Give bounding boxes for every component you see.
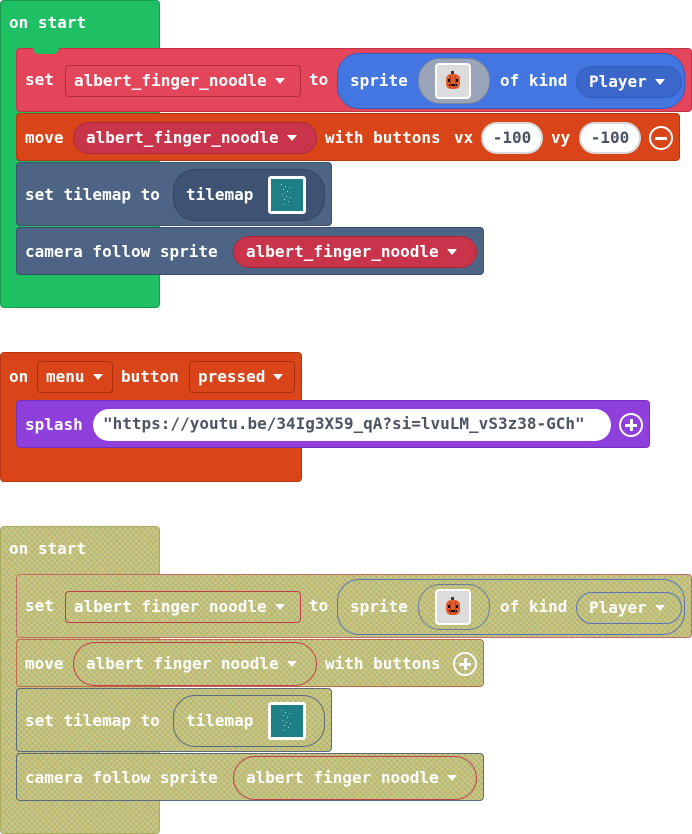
tilemap-thumbnail-icon[interactable] <box>268 702 306 740</box>
variable-dropdown[interactable]: albert_finger_noodle <box>65 65 301 97</box>
camera-follow-statement[interactable]: camera follow sprite albert_finger_noodl… <box>16 227 484 275</box>
tilemap-reporter[interactable]: tilemap <box>173 695 325 747</box>
set-keyword: set <box>25 596 54 615</box>
chevron-down-icon <box>286 134 297 141</box>
sprite-image-field[interactable] <box>418 584 490 630</box>
sprite-of-kind-reporter[interactable]: sprite of kind Player <box>337 53 685 109</box>
camera-follow-keyword: camera follow sprite <box>25 242 218 261</box>
chevron-down-icon <box>92 373 103 380</box>
move-keyword: move <box>25 654 64 673</box>
event-dropdown[interactable]: pressed <box>189 361 295 393</box>
remove-argument-icon[interactable] <box>649 126 673 150</box>
chevron-down-icon <box>286 660 297 667</box>
pumpkin-sprite-icon <box>435 63 471 99</box>
variable-dropdown[interactable]: albert finger noodle <box>65 591 301 623</box>
of-kind-keyword: of kind <box>500 71 568 90</box>
tilemap-reporter[interactable]: tilemap <box>173 169 325 221</box>
variable-name-wrap: albert finger noodle <box>246 768 457 788</box>
variable-name-wrap: albert finger noodle <box>86 654 297 674</box>
set-tilemap-keyword: set tilemap to <box>25 711 160 730</box>
splash-text: "https://youtu.be/34Ig3X59_qA?si=lvuLM_v… <box>103 414 585 433</box>
sprite-keyword: sprite <box>350 597 408 616</box>
splash-keyword: splash <box>25 415 83 434</box>
sprite-of-kind-reporter[interactable]: sprite of kind Player <box>337 579 685 635</box>
set-sprite-statement[interactable]: set albert_finger_noodle to sprite of ki… <box>16 48 692 112</box>
tilemap-keyword: tilemap <box>186 185 254 204</box>
camera-follow-keyword: camera follow sprite <box>25 768 218 787</box>
variable-name-wrap: albert_finger_noodle <box>246 242 457 262</box>
variable-dropdown[interactable]: albert finger noodle <box>73 642 317 686</box>
chevron-down-icon <box>654 78 665 85</box>
variable-dropdown[interactable]: albert_finger_noodle <box>73 122 317 154</box>
pumpkin-sprite-icon <box>435 589 471 625</box>
of-kind-keyword: of kind <box>500 597 568 616</box>
chevron-down-icon <box>274 603 285 610</box>
with-buttons-keyword: with buttons <box>325 128 441 147</box>
variable-name: albert_finger_noodle <box>86 128 279 147</box>
variable-name: albert_finger_noodle <box>246 242 439 261</box>
move-with-buttons-statement[interactable]: move albert_finger_noodle with buttons v… <box>16 113 680 161</box>
button-dropdown[interactable]: menu <box>37 361 113 393</box>
tilemap-keyword: tilemap <box>186 711 254 730</box>
button-name: menu <box>46 367 85 386</box>
disabled-set-tilemap-statement[interactable]: set tilemap to tilemap <box>16 688 332 752</box>
variable-name: albert finger noodle <box>86 654 279 673</box>
disabled-move-with-buttons-statement[interactable]: move albert finger noodle with buttons <box>16 639 484 687</box>
on-start-label: on start <box>9 539 87 558</box>
disabled-camera-follow-statement[interactable]: camera follow sprite albert finger noodl… <box>16 753 484 801</box>
add-argument-icon[interactable] <box>619 413 643 437</box>
with-buttons-keyword: with buttons <box>325 654 441 673</box>
chevron-down-icon <box>273 373 284 380</box>
splash-text-input[interactable]: "https://youtu.be/34Ig3X59_qA?si=lvuLM_v… <box>93 409 611 441</box>
kind-name: Player <box>589 72 647 91</box>
add-argument-icon[interactable] <box>453 652 477 676</box>
splash-statement[interactable]: splash "https://youtu.be/34Ig3X59_qA?si=… <box>16 400 650 448</box>
variable-name: albert finger noodle <box>246 768 439 787</box>
variable-dropdown[interactable]: albert finger noodle <box>233 756 477 800</box>
chevron-down-icon <box>654 604 665 611</box>
set-keyword: set <box>25 70 54 89</box>
set-tilemap-keyword: set tilemap to <box>25 185 160 204</box>
kind-dropdown[interactable]: Player <box>576 66 682 98</box>
kind-dropdown[interactable]: Player <box>576 592 682 624</box>
variable-name-wrap: albert_finger_noodle <box>86 128 297 148</box>
move-keyword: move <box>25 128 64 147</box>
variable-dropdown[interactable]: albert_finger_noodle <box>233 236 477 268</box>
on-keyword: on <box>9 367 29 386</box>
chevron-down-icon <box>446 774 457 781</box>
to-keyword: to <box>309 596 329 615</box>
chevron-down-icon <box>446 248 457 255</box>
sprite-keyword: sprite <box>350 71 408 90</box>
vx-number-input[interactable]: -100 <box>481 122 543 154</box>
vx-keyword: vx <box>454 128 474 147</box>
vy-number-input[interactable]: -100 <box>579 122 641 154</box>
on-start-label: on start <box>9 13 87 32</box>
variable-name: albert finger noodle <box>74 597 267 616</box>
tilemap-thumbnail-icon[interactable] <box>268 176 306 214</box>
button-keyword: button <box>121 367 179 386</box>
to-keyword: to <box>309 70 329 89</box>
vy-keyword: vy <box>551 128 571 147</box>
event-name: pressed <box>198 367 266 386</box>
set-tilemap-statement[interactable]: set tilemap to tilemap <box>16 162 332 226</box>
chevron-down-icon <box>274 77 285 84</box>
notch <box>33 48 59 54</box>
disabled-set-sprite-statement[interactable]: set albert finger noodle to sprite of ki… <box>16 574 692 638</box>
sprite-image-field[interactable] <box>418 58 490 104</box>
kind-name: Player <box>589 598 647 617</box>
variable-name: albert_finger_noodle <box>74 71 267 90</box>
